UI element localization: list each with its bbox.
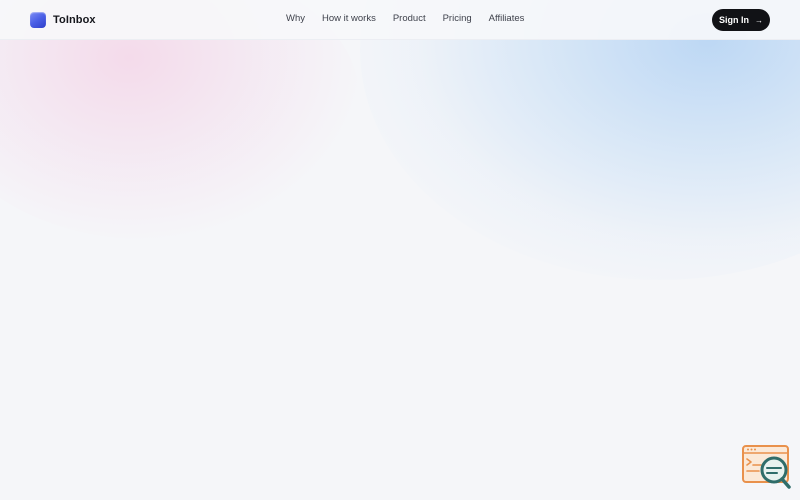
brand-name: ToInbox	[53, 14, 96, 26]
nav-link-how-it-works[interactable]: How it works	[322, 13, 376, 24]
nav-link-why[interactable]: Why	[286, 13, 305, 24]
document-search-widget[interactable]	[741, 444, 793, 490]
brand-link[interactable]: ToInbox	[30, 11, 96, 29]
nav-link-affiliates[interactable]: Affiliates	[489, 13, 525, 24]
sign-in-button[interactable]: Sign In →	[712, 9, 770, 31]
main-nav: Why How it works Product Pricing Affilia…	[286, 13, 541, 24]
site-header: ToInbox Why How it works Product Pricing…	[0, 0, 800, 40]
landing-page: ToInbox Why How it works Product Pricing…	[0, 0, 800, 500]
brand-logo-icon	[30, 12, 46, 28]
nav-link-pricing[interactable]: Pricing	[443, 13, 472, 24]
sign-in-label: Sign In	[719, 15, 749, 25]
nav-link-product[interactable]: Product	[393, 13, 426, 24]
hero-glow-blue	[360, 0, 800, 280]
arrow-right-icon: →	[755, 15, 763, 25]
document-search-icon	[742, 445, 791, 489]
